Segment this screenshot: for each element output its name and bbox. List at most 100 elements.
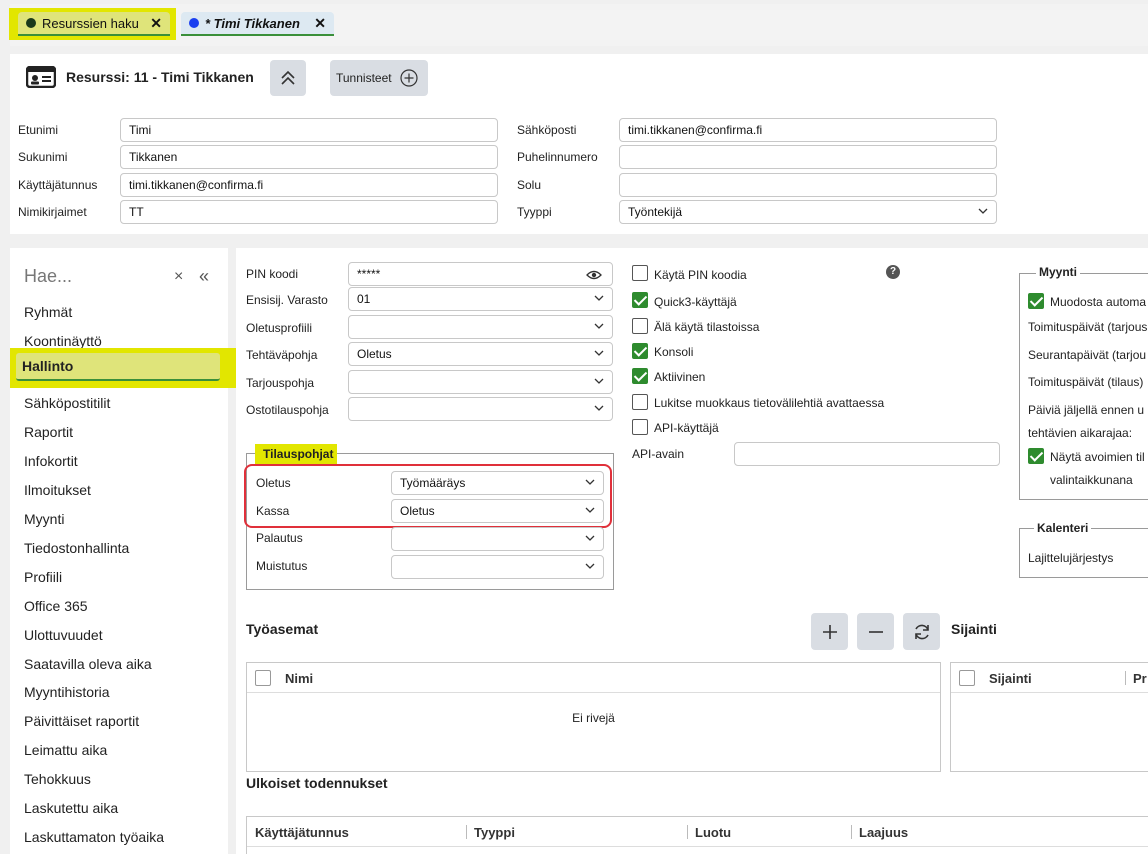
workstations-title: Työasemat [246,621,319,637]
use-pin-checkbox[interactable] [632,265,648,281]
console-checkbox[interactable] [632,343,648,359]
eye-icon[interactable] [586,269,602,281]
sidebar-item-infokortit[interactable]: Infokortit [24,453,78,469]
quote-template-label: Tarjouspohja [246,376,315,390]
sidebar-item-ulottuvuudet[interactable]: Ulottuvuudet [24,627,103,643]
sidebar-item-koontinaytto[interactable]: Koontinäyttö [24,333,102,349]
sidebar-item-tiedostonhallinta[interactable]: Tiedostonhallinta [24,540,129,556]
tags-button[interactable]: Tunnisteet [330,60,428,96]
days-remaining-label: Päiviä jäljellä ennen u [1028,403,1145,417]
chevron-down-icon [594,323,604,329]
resource-header-panel: Resurssi: 11 - Timi Tikkanen Tunnisteet … [10,54,1148,234]
sidebar-active-highlight: Hallinto [10,348,236,388]
close-icon[interactable]: ✕ [150,15,162,32]
api-key-field[interactable] [734,442,1000,466]
phone-field[interactable] [619,145,997,169]
pin-field[interactable]: ***** [348,262,613,286]
api-user-checkbox[interactable] [632,419,648,435]
active-checkbox[interactable] [632,368,648,384]
sidebar-item-hallinto[interactable]: Hallinto [16,353,220,381]
chevron-down-icon [978,208,988,214]
sidebar-item-leimattu[interactable]: Leimattu aika [24,742,107,758]
purchase-template-label: Ostotilauspohja [246,403,329,417]
lock-edit-checkbox[interactable] [632,394,648,410]
return-select[interactable] [391,527,604,551]
sidebar-item-paivittaiset[interactable]: Päivittäiset raportit [24,713,139,729]
id-card-icon [25,65,57,91]
task-deadline-label: tehtävien aikarajaa: [1028,426,1133,440]
sidebar-item-ryhmat[interactable]: Ryhmät [24,304,72,320]
sidebar-search-input[interactable]: Hae... [24,266,164,287]
close-icon[interactable]: ✕ [314,15,326,32]
last-name-field[interactable]: Tikkanen [120,145,498,169]
type-select-value: Työntekijä [628,205,683,219]
type-select[interactable]: Työntekijä [619,200,997,224]
reminder-select[interactable] [391,555,604,579]
sidebar-item-myynti[interactable]: Myynti [24,511,64,527]
sidebar-item-myyntihistoria[interactable]: Myyntihistoria [24,684,110,700]
remove-button[interactable] [857,613,894,650]
chevron-down-icon [594,350,604,356]
show-open-label: Näytä avoimien til [1050,450,1145,464]
sidebar-item-laskuttamaton[interactable]: Laskuttamaton työaika [24,829,164,845]
followup-days-label: Seurantapäivät (tarjou [1028,348,1147,362]
quick3-checkbox[interactable] [632,292,648,308]
column-header-kayttajatunnus[interactable]: Käyttäjätunnus [255,825,349,840]
show-open-checkbox[interactable] [1028,448,1044,464]
use-pin-label: Käytä PIN koodia [654,268,747,282]
auto-create-label: Muodosta automa [1050,295,1147,309]
sidebar-item-profiili[interactable]: Profiili [24,569,62,585]
sidebar-item-sahkopostitilit[interactable]: Sähköpostitilit [24,395,110,411]
chevron-down-icon [585,507,595,513]
sidebar-item-raportit[interactable]: Raportit [24,424,73,440]
column-header-sijainti[interactable]: Sijainti [989,671,1032,686]
column-header-laajuus[interactable]: Laajuus [859,825,908,840]
username-field[interactable]: timi.tikkanen@confirma.fi [120,173,498,197]
chevron-down-icon [585,479,595,485]
exclude-stats-label: Älä käytä tilastoissa [654,320,760,334]
task-template-label: Tehtäväpohja [246,348,318,362]
column-header-nimi[interactable]: Nimi [285,671,313,686]
chevron-double-up-icon [281,70,295,85]
exclude-stats-checkbox[interactable] [632,318,648,334]
column-separator [687,825,688,839]
warehouse-select[interactable]: 01 [348,287,613,311]
sidebar-item-tehokkuus[interactable]: Tehokkuus [24,771,91,787]
tab-resource-search[interactable]: Resurssien haku ✕ [18,12,170,36]
collapse-sidebar-icon[interactable]: « [199,266,209,287]
quote-template-select[interactable] [348,370,613,394]
tab-resource-detail[interactable]: * Timi Tikkanen ✕ [181,12,334,36]
sidebar-item-laskutettu[interactable]: Laskutettu aika [24,800,118,816]
select-all-location-checkbox[interactable] [959,670,975,686]
mobile-field[interactable] [619,173,997,197]
clear-icon[interactable]: × [174,268,183,286]
initials-field[interactable]: TT [120,200,498,224]
sidebar-item-saatavilla[interactable]: Saatavilla oleva aika [24,656,152,672]
add-button[interactable] [811,613,848,650]
reminder-label: Muistutus [256,559,308,573]
column-separator [851,825,852,839]
collapse-button[interactable] [270,60,306,96]
email-field[interactable]: timi.tikkanen@confirma.fi [619,118,997,142]
location-title: Sijainti [951,621,997,637]
column-header-luotu[interactable]: Luotu [695,825,731,840]
column-header-tyyppi[interactable]: Tyyppi [474,825,515,840]
workstations-grid-header: Nimi [247,663,940,693]
sidebar-item-ilmoitukset[interactable]: Ilmoitukset [24,482,91,498]
first-name-field[interactable]: Timi [120,118,498,142]
refresh-button[interactable] [903,613,940,650]
default-profile-select[interactable] [348,315,613,339]
default-order-select[interactable]: Työmääräys [391,471,604,495]
column-separator [1125,671,1126,685]
cashier-select[interactable]: Oletus [391,499,604,523]
task-template-select[interactable]: Oletus [348,342,613,366]
help-icon[interactable]: ? [886,265,900,279]
auto-create-checkbox[interactable] [1028,293,1044,309]
column-header-pr[interactable]: Pr [1133,671,1147,686]
select-all-checkbox[interactable] [255,670,271,686]
sidebar-item-office365[interactable]: Office 365 [24,598,88,614]
purchase-template-select[interactable] [348,397,613,421]
active-label: Aktiivinen [654,370,706,384]
plus-icon [822,624,837,639]
show-open-label-2: valintaikkunana [1050,473,1133,487]
